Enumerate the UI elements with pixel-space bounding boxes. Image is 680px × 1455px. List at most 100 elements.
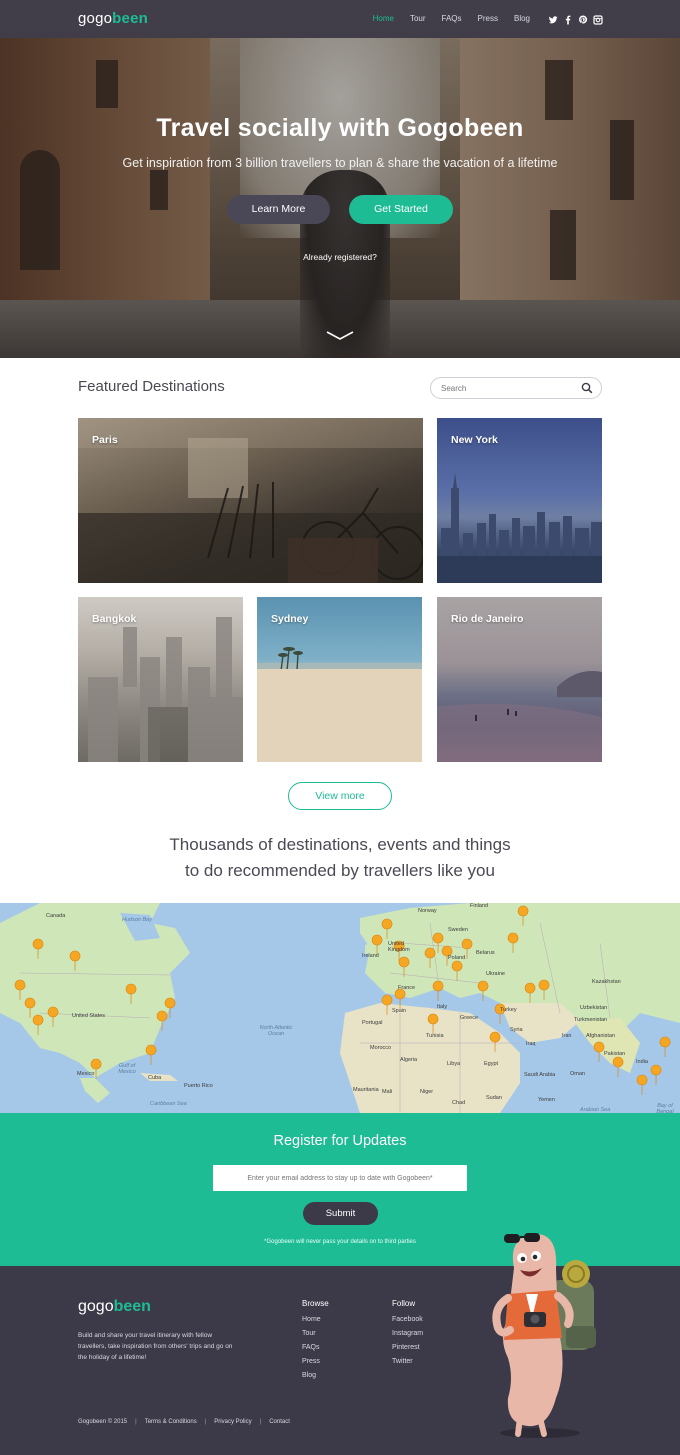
card-label: Paris: [92, 434, 118, 446]
map-label: Yemen: [538, 1097, 555, 1103]
map-label: Egypt: [484, 1061, 499, 1067]
map-label: Cuba: [148, 1075, 162, 1081]
map-label: Belarus: [476, 950, 495, 956]
map-label: United Kingdom: [388, 941, 410, 953]
map-label: Turkey: [500, 1007, 517, 1013]
nav-link-faqs[interactable]: FAQs: [442, 14, 462, 23]
nav-link-press[interactable]: Press: [478, 14, 498, 23]
map-label: Gulf of Mexico: [118, 1063, 136, 1075]
map-label: Saudi Arabia: [524, 1072, 556, 1078]
separator: |: [204, 1419, 207, 1425]
footer-logo-part-1: gogo: [78, 1298, 114, 1315]
destination-card-paris[interactable]: Paris: [78, 418, 423, 583]
search-icon[interactable]: [581, 382, 593, 394]
footer-link-home[interactable]: Home: [302, 1316, 329, 1323]
copyright: Gogobeen © 2015: [78, 1419, 128, 1425]
destinations-map[interactable]: Canada Hudson Bay United States Gulf of …: [0, 903, 680, 1113]
nav-link-home[interactable]: Home: [373, 14, 394, 23]
already-registered-link[interactable]: Already registered?: [0, 252, 680, 262]
footer-link-instagram[interactable]: Instagram: [392, 1330, 423, 1337]
footer-link-press[interactable]: Press: [302, 1358, 329, 1365]
footer-browse-column: Browse Home Tour FAQs Press Blog: [302, 1299, 329, 1386]
destination-card-rio[interactable]: Rio de Janeiro: [437, 597, 602, 762]
map-label: United States: [72, 1013, 106, 1019]
card-label: New York: [451, 434, 498, 446]
footer-link-facebook[interactable]: Facebook: [392, 1316, 423, 1323]
logo-part-1: gogo: [78, 10, 113, 27]
map-label: Sudan: [486, 1095, 502, 1101]
map-label: France: [398, 985, 416, 991]
footer-logo[interactable]: gogobeen: [78, 1298, 151, 1316]
footer-description: Build and share your travel itinerary wi…: [78, 1332, 233, 1361]
hero-subtitle: Get inspiration from 3 billion traveller…: [122, 156, 558, 170]
footer-link-pinterest[interactable]: Pinterest: [392, 1344, 423, 1351]
map-label: Finland: [470, 903, 489, 909]
email-field[interactable]: [213, 1165, 467, 1191]
nav-link-blog[interactable]: Blog: [514, 14, 530, 23]
footer-link-blog[interactable]: Blog: [302, 1372, 329, 1379]
learn-more-button[interactable]: Learn More: [227, 195, 330, 224]
map-label: Mexico: [77, 1071, 95, 1077]
footer-browse-title: Browse: [302, 1299, 329, 1308]
map-label: Tunisia: [426, 1033, 444, 1039]
submit-button[interactable]: Submit: [303, 1202, 378, 1225]
tagline-line-2: to do recommended by travellers like you: [185, 861, 495, 880]
map-label: Libya: [447, 1061, 461, 1067]
map-label: Morocco: [370, 1045, 392, 1051]
map-label: Spain: [392, 1008, 407, 1014]
contact-link[interactable]: Contact: [269, 1419, 290, 1425]
mascot-traveller-illustration: [492, 1233, 596, 1438]
footer-link-twitter[interactable]: Twitter: [392, 1358, 423, 1365]
map-label: Algeria: [400, 1057, 418, 1063]
terms-link[interactable]: Terms & Conditions: [145, 1419, 197, 1425]
view-more-button[interactable]: View more: [288, 782, 392, 810]
map-label: Hudson Bay: [122, 917, 152, 923]
twitter-icon[interactable]: [548, 12, 558, 24]
nav-link-tour[interactable]: Tour: [410, 14, 426, 23]
map-label: Ireland: [362, 953, 379, 959]
map-label: Bay of Bengal: [656, 1103, 674, 1113]
map-land: [0, 903, 680, 1113]
separator: |: [135, 1419, 137, 1425]
logo-part-2: been: [112, 10, 148, 27]
top-nav: gogobeen Home Tour FAQs Press Blog: [0, 0, 680, 38]
footer-follow-column: Follow Facebook Instagram Pinterest Twit…: [392, 1299, 423, 1372]
search-box: [430, 377, 602, 399]
map-label: Sweden: [448, 927, 468, 933]
destination-card-sydney[interactable]: Sydney: [257, 597, 422, 762]
map-label: Syria: [510, 1027, 523, 1033]
map-label: Poland: [448, 955, 466, 961]
map-label: Mauritania: [353, 1087, 379, 1093]
instagram-icon[interactable]: [593, 12, 603, 25]
chevron-down-icon[interactable]: [325, 330, 355, 342]
footer-link-tour[interactable]: Tour: [302, 1330, 329, 1337]
destination-card-bangkok[interactable]: Bangkok: [78, 597, 243, 762]
featured-destinations-title: Featured Destinations: [78, 378, 225, 395]
destination-card-new-york[interactable]: New York: [437, 418, 602, 583]
pinterest-icon[interactable]: [578, 12, 588, 24]
privacy-link[interactable]: Privacy Policy: [214, 1419, 251, 1425]
map-label: North Atlantic Ocean: [259, 1025, 293, 1037]
hero-title: Travel socially with Gogobeen: [156, 114, 524, 142]
get-started-button[interactable]: Get Started: [349, 195, 453, 224]
map-label: Mali: [382, 1089, 393, 1095]
hero-section: Travel socially with Gogobeen Get inspir…: [0, 0, 680, 358]
map-label: Italy: [437, 1004, 448, 1010]
map-label: Greece: [460, 1015, 479, 1021]
footer-logo-part-2: been: [113, 1298, 151, 1315]
map-label: Oman: [570, 1071, 585, 1077]
logo[interactable]: gogobeen: [78, 10, 148, 27]
social-icons: [548, 12, 603, 25]
card-label: Sydney: [271, 613, 309, 625]
card-label: Rio de Janeiro: [451, 613, 524, 625]
tagline: Thousands of destinations, events and th…: [0, 832, 680, 884]
search-input[interactable]: [441, 382, 571, 395]
map-label: Puerto Rico: [184, 1083, 213, 1089]
map-label: India: [636, 1059, 648, 1065]
map-label: Chad: [452, 1100, 466, 1106]
facebook-icon[interactable]: [563, 12, 572, 25]
separator: |: [259, 1419, 262, 1425]
footer-link-faqs[interactable]: FAQs: [302, 1344, 329, 1351]
hero-overlay: [0, 0, 680, 358]
map-label: Iran: [562, 1033, 572, 1039]
